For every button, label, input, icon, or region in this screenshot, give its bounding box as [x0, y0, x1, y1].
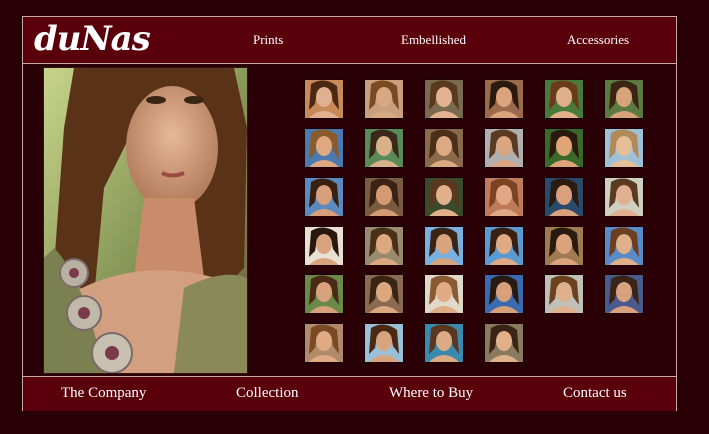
footer-link-where-to-buy[interactable]: Where to Buy	[389, 385, 473, 402]
gallery-thumbnail[interactable]	[485, 178, 523, 216]
gallery-thumbnail[interactable]	[305, 129, 343, 167]
footer-link-contact-us[interactable]: Contact us	[563, 385, 627, 402]
gallery-thumbnail[interactable]	[305, 178, 343, 216]
footer-bar: The Company Collection Where to Buy Cont…	[23, 376, 676, 411]
gallery-thumbnail[interactable]	[305, 80, 343, 118]
gallery-thumbnail[interactable]	[365, 129, 403, 167]
gallery-thumbnail[interactable]	[305, 324, 343, 362]
gallery-thumbnail[interactable]	[545, 129, 583, 167]
gallery-thumbnail[interactable]	[365, 324, 403, 362]
gallery-thumbnail[interactable]	[305, 227, 343, 265]
gallery-thumbnail[interactable]	[485, 324, 523, 362]
gallery-thumbnail[interactable]	[545, 227, 583, 265]
gallery-thumbnail[interactable]	[365, 80, 403, 118]
header-bar: duNas Prints Embellished Accessories	[23, 17, 676, 64]
featured-model-photo	[43, 67, 248, 374]
gallery-thumbnail[interactable]	[605, 178, 643, 216]
gallery-thumbnail[interactable]	[425, 178, 463, 216]
gallery-thumbnail[interactable]	[425, 80, 463, 118]
gallery-thumbnail[interactable]	[425, 324, 463, 362]
footer-link-collection[interactable]: Collection	[236, 385, 299, 402]
gallery-thumbnail[interactable]	[545, 275, 583, 313]
gallery-thumbnail[interactable]	[485, 227, 523, 265]
footer-link-the-company[interactable]: The Company	[61, 385, 146, 402]
gallery-thumbnail[interactable]	[545, 178, 583, 216]
nav-link-embellished[interactable]: Embellished	[401, 32, 466, 48]
page-frame: duNas Prints Embellished Accessories The…	[22, 16, 677, 411]
gallery-thumbnail[interactable]	[485, 129, 523, 167]
gallery-thumbnail[interactable]	[605, 227, 643, 265]
gallery-thumbnail[interactable]	[425, 129, 463, 167]
nav-link-accessories[interactable]: Accessories	[567, 32, 629, 48]
gallery-thumbnail[interactable]	[545, 80, 583, 118]
gallery-thumbnail[interactable]	[605, 129, 643, 167]
gallery-thumbnail[interactable]	[605, 275, 643, 313]
gallery-thumbnail[interactable]	[605, 80, 643, 118]
gallery-thumbnail[interactable]	[365, 178, 403, 216]
gallery-thumbnail[interactable]	[425, 275, 463, 313]
gallery-thumbnail[interactable]	[365, 275, 403, 313]
gallery-thumbnail[interactable]	[485, 80, 523, 118]
gallery-thumbnail[interactable]	[485, 275, 523, 313]
nav-link-prints[interactable]: Prints	[253, 32, 283, 48]
featured-photo-image	[44, 68, 247, 373]
gallery-thumbnail[interactable]	[425, 227, 463, 265]
gallery-thumbnail[interactable]	[305, 275, 343, 313]
gallery-thumbnail[interactable]	[365, 227, 403, 265]
site-logo[interactable]: duNas	[34, 19, 151, 59]
